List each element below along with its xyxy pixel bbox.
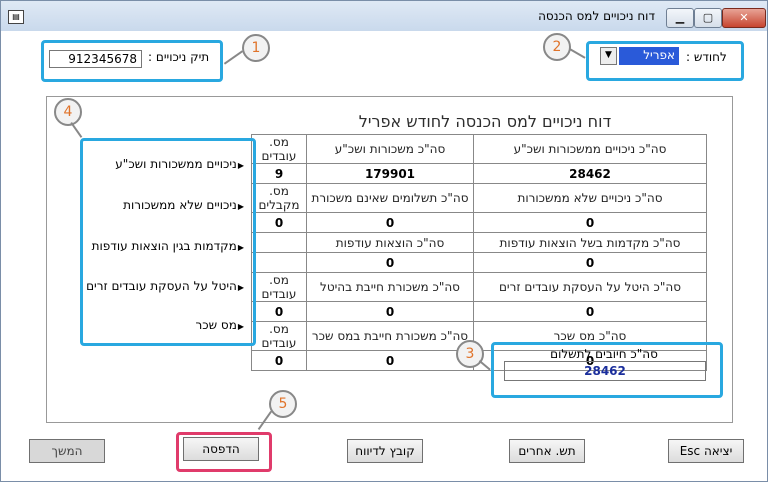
close-button[interactable]: ✕ — [722, 8, 766, 28]
callout-number-4: 4 — [54, 98, 82, 126]
table-row: סה"כ הוצאות עודפות סה"כ מקדמות בשל הוצאו… — [251, 232, 707, 253]
table-header-cell: סה"כ הוצאות עודפות — [306, 232, 474, 253]
table-cell: 0 — [251, 350, 307, 371]
table-cell: 179901 — [306, 163, 474, 184]
chevron-down-icon[interactable]: ▼ — [600, 47, 617, 65]
report-file-button[interactable]: קובץ לדיווח — [347, 439, 423, 463]
next-button[interactable]: המשך — [29, 439, 105, 463]
exit-button[interactable]: יציאה Esc — [668, 439, 744, 463]
table-header-cell: מס. עובדים — [251, 321, 307, 351]
total-panel: סה"כ חיובים לתשלום 28462 — [492, 343, 716, 393]
table-header-cell — [251, 232, 307, 253]
table-cell: 9 — [251, 163, 307, 184]
file-number-field[interactable]: 912345678 — [49, 50, 142, 68]
callout-number-3: 3 — [456, 340, 484, 368]
other-payments-button[interactable]: תש. אחרים — [509, 439, 585, 463]
row-label-text: ניכויים ממשכורות ושכ"ע — [115, 157, 237, 171]
row-label-text: מקדמות בגין הוצאות עודפות — [91, 239, 237, 253]
table-cell: 0 — [306, 350, 474, 371]
row-label-salaries[interactable]: ▶ניכויים ממשכורות ושכ"ע — [115, 157, 244, 171]
table-row: 0 0 0 — [251, 212, 707, 233]
table-header-cell: סה"כ ניכויים ממשכורות ושכ"ע — [473, 134, 707, 164]
row-pointer-icon: ▶ — [237, 243, 244, 252]
total-value: 28462 — [504, 361, 706, 381]
table-cell: 0 — [473, 212, 707, 233]
window-title: דוח ניכויים למס הכנסה — [538, 9, 655, 23]
row-pointer-icon: ▶ — [237, 161, 244, 170]
table-header-cell: מס. עובדים — [251, 272, 307, 302]
row-pointer-icon: ▶ — [237, 283, 244, 292]
window-app-icon[interactable]: ▤ — [8, 10, 24, 24]
callout-number-2: 2 — [543, 33, 571, 61]
table-cell: 0 — [251, 301, 307, 322]
table-row: מס. עובדים סה"כ משכורות ושכ"ע סה"כ ניכוי… — [251, 134, 707, 164]
row-label-non-salary[interactable]: ▶ניכויים שלא ממשכורות — [123, 198, 244, 212]
table-cell — [251, 252, 307, 273]
table-cell: 28462 — [473, 163, 707, 184]
callout-number-5: 5 — [269, 390, 297, 418]
print-button[interactable]: הדפסה — [183, 437, 259, 461]
row-pointer-icon: ▶ — [237, 322, 244, 331]
row-label-text: היטל על העסקת עובדים זרים — [86, 279, 237, 293]
report-table: מס. עובדים סה"כ משכורות ושכ"ע סה"כ ניכוי… — [251, 134, 707, 371]
row-pointer-icon: ▶ — [237, 202, 244, 211]
table-header-cell: סה"כ מקדמות בשל הוצאות עודפות — [473, 232, 707, 253]
row-label-text: מס שכר — [195, 318, 237, 332]
table-cell: 0 — [306, 252, 474, 273]
table-cell: 0 — [306, 301, 474, 322]
row-label-payroll-tax[interactable]: ▶מס שכר — [195, 318, 244, 332]
table-cell: 0 — [306, 212, 474, 233]
report-title: דוח ניכויים למס הכנסה לחודש אפריל — [358, 112, 612, 131]
table-row: 0 0 — [251, 252, 707, 273]
table-header-cell: סה"כ משכורות ושכ"ע — [306, 134, 474, 164]
month-select[interactable]: אפריל — [619, 47, 679, 65]
table-row: מס. מקבלים סה"כ תשלומים שאינם משכורת סה"… — [251, 183, 707, 213]
file-label: תיק ניכויים : — [148, 50, 210, 64]
table-row: מס. עובדים סה"כ משכורת חייבת בהיטל סה"כ … — [251, 272, 707, 302]
table-row: 9 179901 28462 — [251, 163, 707, 184]
table-cell: 0 — [473, 301, 707, 322]
table-header-cell: סה"כ משכורת חייבת במס שכר — [306, 321, 474, 351]
table-header-cell: מס. עובדים — [251, 134, 307, 164]
callout-number-1: 1 — [242, 34, 270, 62]
month-label: לחודש : — [686, 50, 727, 64]
minimize-button[interactable]: ▁ — [666, 8, 694, 28]
row-label-text: ניכויים שלא ממשכורות — [123, 198, 237, 212]
table-row: 0 0 0 — [251, 301, 707, 322]
table-header-cell: סה"כ היטל על העסקת עובדים זרים — [473, 272, 707, 302]
maximize-button[interactable]: ▢ — [694, 8, 722, 28]
table-cell: 0 — [251, 212, 307, 233]
table-header-cell: מס. מקבלים — [251, 183, 307, 213]
row-label-advances[interactable]: ▶מקדמות בגין הוצאות עודפות — [92, 239, 244, 253]
table-cell: 0 — [473, 252, 707, 273]
row-label-foreign-workers[interactable]: ▶היטל על העסקת עובדים זרים — [86, 279, 244, 293]
title-bar[interactable]: ▤ דוח ניכויים למס הכנסה ▁ ▢ ✕ — [1, 1, 767, 31]
row-labels: ▶ניכויים ממשכורות ושכ"ע ▶ניכויים שלא ממש… — [84, 140, 248, 340]
total-label: סה"כ חיובים לתשלום — [550, 347, 658, 361]
table-header-cell: סה"כ ניכויים שלא ממשכורות — [473, 183, 707, 213]
table-header-cell: סה"כ משכורת חייבת בהיטל — [306, 272, 474, 302]
table-header-cell: סה"כ תשלומים שאינם משכורת — [306, 183, 474, 213]
